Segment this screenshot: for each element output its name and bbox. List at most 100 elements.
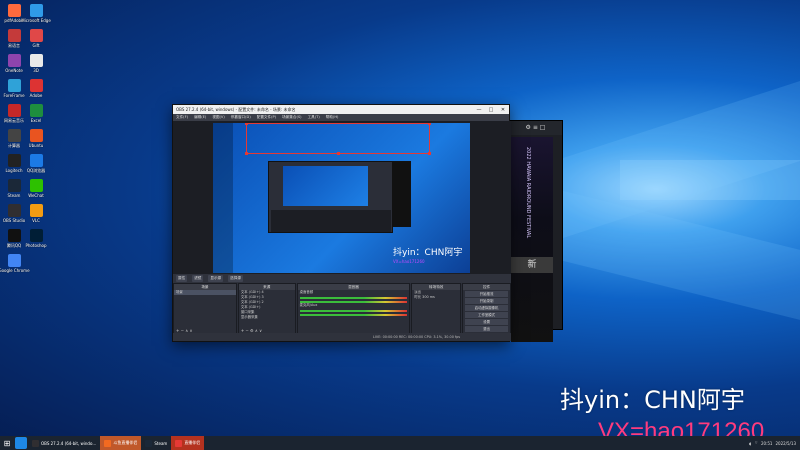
- control-button[interactable]: 开始推流: [465, 291, 509, 297]
- desktop-shortcut[interactable]: Google Chrome: [0, 254, 30, 273]
- menu-item[interactable]: 编辑(E): [194, 115, 206, 120]
- menu-item[interactable]: 工具(T): [308, 115, 320, 120]
- menu-item[interactable]: 视图(V): [212, 115, 224, 120]
- network-icon[interactable]: ⌔: [754, 440, 758, 446]
- desktop-shortcut[interactable]: VLC: [23, 204, 49, 223]
- scenes-dock: 场景 场景 + − ∧ ∨: [173, 283, 237, 335]
- game-window[interactable]: ⚙ ≡ □ 2022 HAWAIA RAIDROUND FESTIVAL 新: [508, 120, 563, 342]
- app-icon: [7, 79, 21, 92]
- desktop-shortcut-label: Gift: [32, 43, 40, 48]
- desktop-shortcut[interactable]: Photoshop: [23, 229, 49, 248]
- control-button[interactable]: 工作室模式: [465, 312, 509, 318]
- taskbar-app[interactable]: 直播伴侣: [171, 436, 205, 450]
- desktop-shortcut-label: 3D: [33, 68, 39, 73]
- captured-desktop-icons: [213, 123, 233, 273]
- menu-item[interactable]: 配置文件(P): [257, 115, 276, 120]
- poster-button[interactable]: 新: [511, 257, 553, 273]
- source-toolbar: 属性 滤镜 显示源 选择源: [173, 274, 511, 283]
- volume-slider[interactable]: [299, 314, 408, 316]
- app-icon: [29, 179, 43, 192]
- desktop-shortcut[interactable]: QQ浏览器: [23, 154, 49, 174]
- taskbar-app-icon: [32, 439, 39, 447]
- nested-obs-capture: [268, 161, 393, 233]
- resize-handle[interactable]: [245, 152, 248, 155]
- app-icon: [7, 129, 21, 142]
- preview-canvas[interactable]: 抖yin：CHN阿宇 VX=hao171260: [213, 123, 470, 273]
- app-icon: [7, 179, 21, 192]
- desktop-shortcut[interactable]: Ubuntu: [23, 129, 49, 148]
- menu-item[interactable]: 文件(F): [176, 115, 188, 120]
- desktop-shortcut-label: 腾讯QQ: [6, 243, 22, 248]
- control-button[interactable]: 设置: [465, 319, 509, 325]
- resize-handle[interactable]: [245, 123, 248, 125]
- obs-docks: 场景 场景 + − ∧ ∨ 来源 文本 (GDI+) 4 文本 (GDI+) 3文…: [173, 283, 512, 335]
- taskbar-app[interactable]: 斗鱼直播伴侣: [100, 436, 142, 450]
- taskbar: ⊞ OBS 27.2.4 (64-bit, windo… 斗鱼直播伴侣 Steam 直…: [0, 436, 800, 450]
- wallpaper-light-beam: [620, 160, 800, 200]
- toolbar-button[interactable]: 滤镜: [192, 275, 204, 282]
- tray-time[interactable]: 20:51: [761, 441, 773, 446]
- poster-vertical-text: 2022 HAWAIA RAIDROUND FESTIVAL: [525, 147, 531, 239]
- desktop-shortcut[interactable]: Microsoft Edge: [21, 4, 51, 23]
- control-button[interactable]: 开始录制: [465, 298, 509, 304]
- wallpaper-light-beam: [560, 190, 800, 320]
- resize-handle[interactable]: [428, 152, 431, 155]
- desktop-shortcut-label: 易语言: [8, 43, 20, 48]
- close-icon[interactable]: ✕: [497, 107, 509, 113]
- volume-icon[interactable]: ◖: [749, 441, 751, 446]
- app-icon: [29, 154, 43, 167]
- app-icon: [29, 204, 43, 217]
- desktop-shortcut-label: Google Chrome: [0, 268, 30, 273]
- toolbar-button[interactable]: 属性: [176, 275, 188, 282]
- nested-docks: [271, 210, 391, 232]
- watermark-douyin: 抖yin：CHN阿宇: [560, 386, 745, 414]
- obs-menubar: 文件(F) 编辑(E) 视图(V) 停靠窗口(D) 配置文件(P) 场景集合(S) 工具(T…: [173, 114, 509, 121]
- tray-date[interactable]: 2022/5/13: [775, 441, 796, 446]
- browser-icon[interactable]: [15, 437, 27, 449]
- resize-handle[interactable]: [337, 152, 340, 155]
- obs-preview[interactable]: 抖yin：CHN阿宇 VX=hao171260: [173, 121, 511, 274]
- desktop-shortcut-label: Ubuntu: [28, 143, 44, 148]
- resize-handle[interactable]: [428, 123, 431, 125]
- taskbar-app[interactable]: OBS 27.2.4 (64-bit, windo…: [28, 436, 100, 450]
- app-icon: [7, 104, 21, 117]
- game-poster: 2022 HAWAIA RAIDROUND FESTIVAL 新: [511, 137, 553, 342]
- desktop-shortcut-label: ForeFrame: [3, 93, 25, 98]
- scene-item[interactable]: 场景: [174, 290, 236, 295]
- mixer-channel-label: 麦克风/Aux: [299, 303, 318, 307]
- desktop-shortcut[interactable]: Excel: [23, 104, 49, 123]
- game-window-titlebar[interactable]: ⚙ ≡ □: [509, 121, 562, 135]
- desktop-shortcut[interactable]: WeChat: [23, 179, 49, 198]
- menu-item[interactable]: 帮助(H): [326, 115, 339, 120]
- desktop-shortcut[interactable]: 3D: [23, 54, 49, 73]
- toolbar-button[interactable]: 选择源: [228, 275, 243, 282]
- desktop-shortcut[interactable]: Gift: [23, 29, 49, 48]
- menu-item[interactable]: 场景集合(S): [282, 115, 301, 120]
- volume-meter: [299, 310, 408, 312]
- desktop-shortcut-label: Excel: [30, 118, 42, 123]
- control-button[interactable]: 退出: [465, 326, 509, 332]
- maximize-icon[interactable]: □: [485, 107, 497, 113]
- desktop-icon-grid: pdfAdobe Microsoft Edge 易语言 Gift OneNote 3D Fo…: [0, 0, 80, 430]
- obs-titlebar[interactable]: OBS 27.2.4 (64-bit, windows) - 配置文件: 未命名…: [173, 105, 509, 114]
- sources-dock: 来源 文本 (GDI+) 4 文本 (GDI+) 3 文本 (GDI+) 2 文本 (…: [237, 283, 296, 335]
- desktop-shortcut-label: Photoshop: [25, 243, 47, 248]
- transition-field[interactable]: 时长 300 ms: [412, 295, 460, 300]
- start-button[interactable]: ⊞: [0, 436, 14, 450]
- menu-item[interactable]: 停靠窗口(D): [231, 115, 251, 120]
- minimize-icon[interactable]: —: [473, 107, 485, 113]
- taskbar-app[interactable]: Steam: [141, 436, 171, 450]
- app-icon: [7, 54, 21, 67]
- taskbar-app-icon: [145, 439, 153, 447]
- source-item[interactable]: 显示器采集: [239, 315, 295, 320]
- system-tray: ◖ ⌔ 20:51 2022/5/13: [749, 436, 796, 450]
- app-icon: [7, 254, 21, 267]
- source-selection-box[interactable]: [245, 123, 431, 155]
- control-button[interactable]: 启动虚拟摄像机: [465, 305, 509, 311]
- obs-window[interactable]: OBS 27.2.4 (64-bit, windows) - 配置文件: 未命名…: [172, 104, 512, 342]
- app-icon: [7, 29, 21, 42]
- desktop-shortcut[interactable]: Adobe: [23, 79, 49, 98]
- desktop-shortcut-label: 计算器: [8, 143, 20, 148]
- toolbar-button[interactable]: 显示源: [208, 275, 224, 282]
- app-icon: [7, 204, 21, 217]
